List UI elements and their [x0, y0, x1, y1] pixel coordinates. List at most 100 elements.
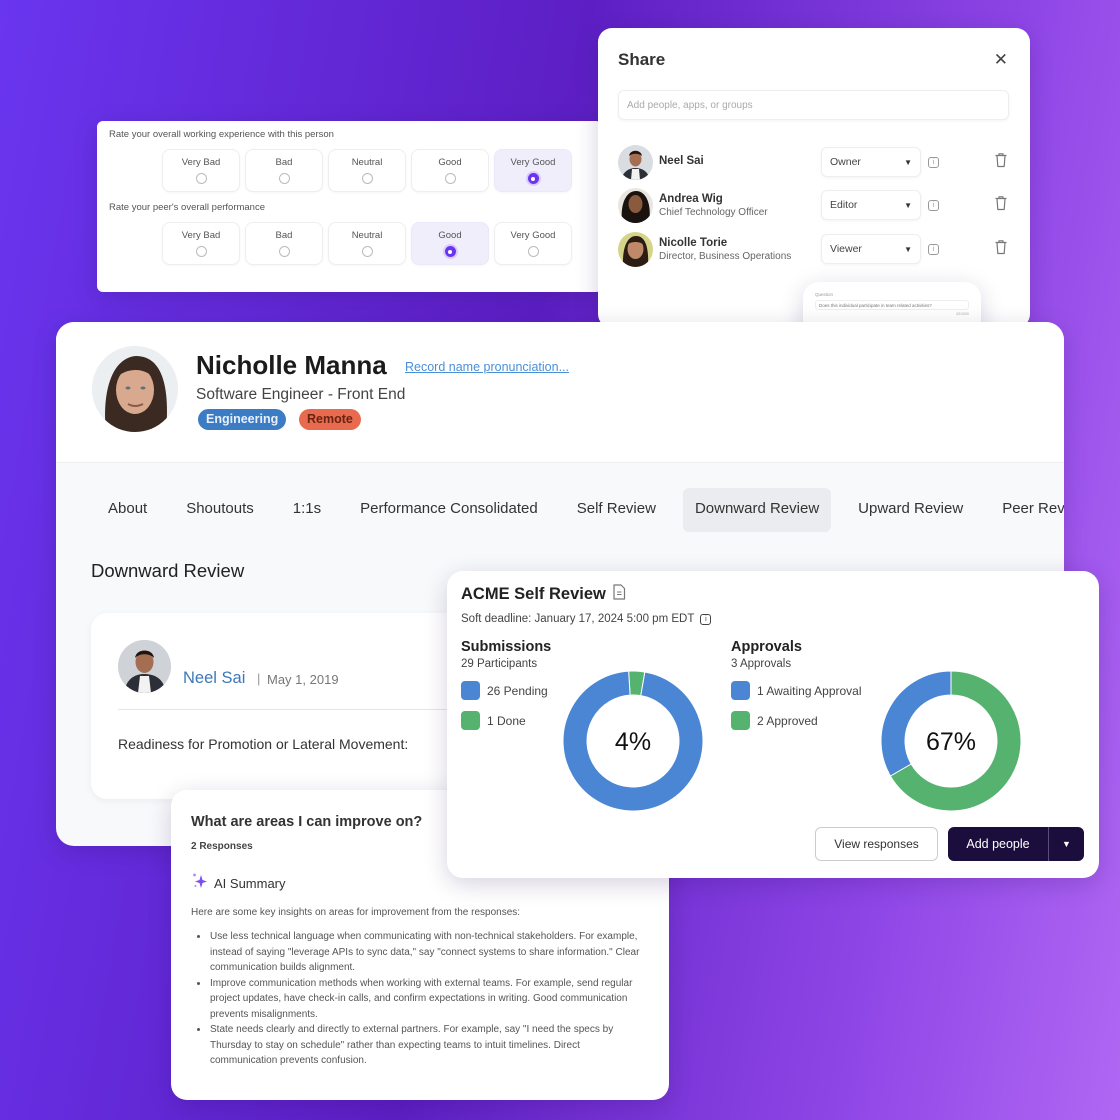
- info-icon[interactable]: i: [928, 156, 939, 168]
- rating-option-label: Neutral: [351, 230, 383, 241]
- radio-unselected[interactable]: [278, 246, 290, 257]
- radio-selected[interactable]: [527, 173, 539, 184]
- legend-item-pending: 26 Pending: [461, 681, 551, 700]
- permission-select[interactable]: Editor ▼: [821, 190, 921, 220]
- tab-about[interactable]: About: [96, 488, 159, 532]
- rating-option-label: Good: [438, 230, 462, 241]
- legend-label: 1 Awaiting Approval: [757, 683, 862, 698]
- record-pronunciation-link[interactable]: Record name pronunciation...: [405, 360, 569, 374]
- radio-unselected[interactable]: [278, 173, 290, 184]
- share-person-row: Nicolle Torie Director, Business Operati…: [618, 230, 1010, 268]
- radio-unselected[interactable]: [444, 173, 456, 184]
- info-icon[interactable]: i: [928, 199, 939, 211]
- trash-icon[interactable]: [994, 195, 1008, 216]
- rating-option-label: Very Good: [510, 230, 556, 241]
- rating-options-performance: Very Bad Bad Neutral Good Very Good: [162, 222, 590, 265]
- rating-option[interactable]: Bad: [245, 149, 323, 192]
- rating-option-label: Good: [438, 157, 462, 168]
- rating-option[interactable]: Neutral: [328, 222, 406, 265]
- approvals-subtitle: 3 Approvals: [731, 658, 792, 670]
- rating-option[interactable]: Neutral: [328, 149, 406, 192]
- review-author-link[interactable]: Neel Sai: [183, 669, 245, 688]
- radio-unselected[interactable]: [195, 173, 207, 184]
- rating-option-label: Neutral: [351, 157, 383, 168]
- rating-option[interactable]: Very Bad: [162, 149, 240, 192]
- add-people-button[interactable]: Add people: [948, 827, 1048, 861]
- radio-selected[interactable]: [444, 246, 456, 257]
- question-input[interactable]: Does this individual participate in team…: [815, 300, 969, 310]
- share-person-row: Andrea Wig Chief Technology Officer Edit…: [618, 186, 1010, 224]
- rating-option[interactable]: Good: [411, 222, 489, 265]
- rating-question-label: Rate your overall working experience wit…: [109, 129, 334, 140]
- radio-unselected[interactable]: [527, 246, 539, 257]
- trash-icon[interactable]: [994, 239, 1008, 260]
- rating-card: Rate your overall working experience wit…: [97, 121, 602, 292]
- view-responses-button[interactable]: View responses: [815, 827, 938, 861]
- tab-downward-review[interactable]: Downward Review: [682, 488, 832, 532]
- approvals-donut-chart: 67%: [880, 670, 1022, 812]
- legend-item-done: 1 Done: [461, 711, 551, 730]
- sparkle-icon: [191, 872, 208, 894]
- tag-engineering: Engineering: [198, 409, 287, 430]
- tab-upward-review[interactable]: Upward Review: [846, 488, 975, 532]
- tab-1-1s[interactable]: 1:1s: [281, 488, 333, 532]
- caret-down-icon: ▼: [904, 244, 912, 254]
- share-add-people-input[interactable]: [618, 90, 1009, 120]
- review-author-avatar: [118, 640, 171, 693]
- caret-down-icon: ▼: [904, 200, 912, 210]
- ai-summary-item: State needs clearly and directly to exte…: [209, 1022, 649, 1069]
- rating-option[interactable]: Bad: [245, 222, 323, 265]
- share-person-row: Neel Sai Owner ▼ i: [618, 143, 1010, 181]
- info-icon[interactable]: i: [928, 243, 939, 255]
- review-question: Readiness for Promotion or Lateral Movem…: [118, 736, 409, 752]
- profile-avatar: [92, 346, 178, 432]
- donut-slice-awaiting-approval: [880, 670, 952, 777]
- rating-option[interactable]: Very Good: [494, 222, 572, 265]
- rating-option[interactable]: Very Bad: [162, 222, 240, 265]
- submissions-subtitle: 29 Participants: [461, 658, 538, 670]
- tab-self-review[interactable]: Self Review: [565, 488, 668, 532]
- legend-swatch: [461, 681, 480, 700]
- radio-unselected[interactable]: [361, 246, 373, 257]
- legend-item-awaiting: 1 Awaiting Approval: [731, 681, 862, 700]
- close-icon[interactable]: ✕: [994, 50, 1008, 70]
- permission-select[interactable]: Viewer ▼: [821, 234, 921, 264]
- rating-option-label: Very Bad: [181, 230, 221, 241]
- legend-label: 1 Done: [487, 713, 526, 728]
- person-name: Neel Sai: [659, 155, 704, 167]
- tab-peer-review[interactable]: Peer Review: [990, 488, 1064, 532]
- legend-swatch: [731, 711, 750, 730]
- radio-unselected[interactable]: [361, 173, 373, 184]
- rating-option-label: Very Good: [510, 157, 556, 168]
- donut-center-label: 67%: [926, 728, 976, 756]
- rating-question-label: Rate your peer's overall performance: [109, 202, 265, 213]
- char-count: 62/1000: [956, 312, 969, 316]
- caret-down-icon: ▼: [904, 157, 912, 167]
- tab-performance-consolidated[interactable]: Performance Consolidated: [348, 488, 550, 532]
- permission-select[interactable]: Owner ▼: [821, 147, 921, 177]
- permission-value: Editor: [830, 199, 858, 211]
- rating-option[interactable]: Very Good: [494, 149, 572, 192]
- add-people-dropdown-button[interactable]: ▼: [1048, 827, 1084, 861]
- ai-summary-intro: Here are some key insights on areas for …: [191, 907, 521, 918]
- info-icon[interactable]: i: [700, 613, 712, 625]
- document-icon[interactable]: [612, 584, 626, 605]
- person-role: Director, Business Operations: [659, 250, 792, 262]
- tab-shoutouts[interactable]: Shoutouts: [174, 488, 266, 532]
- legend-swatch: [461, 711, 480, 730]
- ai-summary-list: Use less technical language when communi…: [191, 929, 649, 1069]
- acme-review-card: ACME Self Review Soft deadline: January …: [447, 571, 1099, 878]
- section-title: Downward Review: [91, 560, 245, 581]
- review-date: May 1, 2019: [267, 672, 339, 687]
- rating-option[interactable]: Good: [411, 149, 489, 192]
- radio-unselected[interactable]: [195, 246, 207, 257]
- ai-summary-label: AI Summary: [214, 875, 286, 891]
- tag-remote: Remote: [299, 409, 361, 430]
- profile-header: Nicholle Manna Record name pronunciation…: [56, 322, 1064, 463]
- trash-icon[interactable]: [994, 152, 1008, 173]
- rating-option-label: Bad: [275, 157, 293, 168]
- ai-summary-item: Improve communication methods when worki…: [209, 976, 649, 1023]
- person-name: Andrea Wig: [659, 192, 723, 205]
- submissions-donut-chart: 4%: [562, 670, 704, 812]
- acme-title: ACME Self Review: [461, 585, 606, 603]
